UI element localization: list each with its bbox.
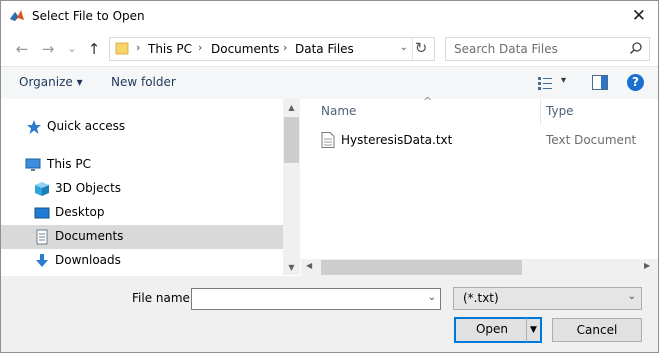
cube-icon xyxy=(35,182,49,196)
sidebar-item-documents[interactable]: Documents xyxy=(1,225,283,249)
forward-arrow-icon[interactable]: → xyxy=(39,39,57,59)
folder-icon xyxy=(115,42,129,55)
sidebar-item-quick-access[interactable]: Quick access xyxy=(1,115,283,139)
preview-pane-icon[interactable] xyxy=(592,75,608,90)
sidebar-item-this-pc[interactable]: This PC xyxy=(1,153,283,177)
file-row[interactable]: HysteresisData.txt Text Document xyxy=(321,131,658,151)
sidebar-item-desktop[interactable]: Desktop xyxy=(1,201,283,225)
sidebar-item-label: Documents xyxy=(55,229,124,243)
file-type-filter-value: (*.txt) xyxy=(463,291,499,305)
navigation-pane-scrollbar[interactable]: ▲ ▼ xyxy=(283,99,300,275)
address-dropdown-icon[interactable]: ⌄ xyxy=(400,42,408,53)
column-header-type[interactable]: Type xyxy=(546,104,574,118)
file-list-scrollbar[interactable]: ◀ ▶ xyxy=(301,259,658,276)
scroll-right-icon[interactable]: ▶ xyxy=(644,261,650,270)
title-bar: Select File to Open ✕ xyxy=(1,1,658,31)
breadcrumb-separator: › xyxy=(198,41,203,54)
chevron-down-icon[interactable]: ⌄ xyxy=(428,292,436,303)
file-name: HysteresisData.txt xyxy=(341,133,453,147)
command-toolbar: Organize ▾ New folder ▾ ? xyxy=(1,66,658,100)
scroll-down-icon[interactable]: ▼ xyxy=(283,263,300,272)
navigation-pane: Quick access This PC 3D Objects Desktop xyxy=(1,99,283,275)
breadcrumb-data-files[interactable]: Data Files xyxy=(295,42,354,56)
dialog-footer: File name: ⌄ (*.txt) ⌄ Open ▼ Cancel xyxy=(1,276,658,352)
breadcrumb-separator: › xyxy=(283,41,288,54)
open-button[interactable]: Open xyxy=(454,317,530,343)
back-arrow-icon[interactable]: ← xyxy=(13,39,31,59)
new-folder-button[interactable]: New folder xyxy=(111,75,176,89)
star-icon xyxy=(27,120,41,134)
file-type: Text Document xyxy=(546,133,637,147)
documents-icon xyxy=(36,229,48,245)
sort-ascending-icon: ^ xyxy=(423,95,433,108)
scroll-left-icon[interactable]: ◀ xyxy=(306,261,312,270)
search-icon[interactable] xyxy=(629,41,643,55)
view-options-icon[interactable] xyxy=(537,76,553,90)
search-placeholder: Search Data Files xyxy=(454,42,558,56)
scroll-up-icon[interactable]: ▲ xyxy=(283,103,300,112)
scrollbar-thumb[interactable] xyxy=(284,117,299,163)
window-title: Select File to Open xyxy=(32,9,145,23)
file-type-filter-select[interactable]: (*.txt) ⌄ xyxy=(453,287,642,310)
text-file-icon xyxy=(321,132,335,148)
file-name-label: File name: xyxy=(132,291,194,305)
help-icon[interactable]: ? xyxy=(627,74,644,91)
sidebar-item-label: Downloads xyxy=(55,253,121,267)
chevron-down-icon[interactable]: ⌄ xyxy=(628,291,636,302)
sidebar-item-3d-objects[interactable]: 3D Objects xyxy=(1,177,283,201)
desktop-icon xyxy=(34,207,50,219)
file-name-input[interactable]: ⌄ xyxy=(191,288,441,310)
up-arrow-icon[interactable]: ↑ xyxy=(85,39,103,59)
scrollbar-thumb[interactable] xyxy=(321,260,522,275)
sidebar-item-label: This PC xyxy=(47,157,91,171)
recent-locations-chevron-icon[interactable]: ⌄ xyxy=(63,39,81,59)
breadcrumb-documents[interactable]: Documents xyxy=(211,42,279,56)
file-open-dialog: Select File to Open ✕ ← → ⌄ ↑ › This PC … xyxy=(0,0,659,353)
sidebar-item-label: 3D Objects xyxy=(55,181,122,195)
navigation-bar: ← → ⌄ ↑ › This PC › Documents › Data Fil… xyxy=(1,34,658,64)
computer-icon xyxy=(25,158,41,171)
download-icon xyxy=(36,254,48,267)
breadcrumb-separator: › xyxy=(136,41,141,54)
close-icon[interactable]: ✕ xyxy=(632,6,646,26)
search-box[interactable]: Search Data Files xyxy=(445,37,650,61)
address-bar[interactable]: › This PC › Documents › Data Files ⌄ ↻ xyxy=(109,37,435,61)
sidebar-item-label: Desktop xyxy=(55,205,105,219)
sidebar-item-label: Quick access xyxy=(47,119,126,133)
open-options-dropdown-icon[interactable]: ▼ xyxy=(526,317,542,343)
cancel-button[interactable]: Cancel xyxy=(552,318,642,342)
column-divider[interactable] xyxy=(540,99,541,125)
breadcrumb-this-pc[interactable]: This PC xyxy=(148,42,192,56)
organize-button[interactable]: Organize ▾ xyxy=(19,75,83,89)
file-list: ^ Name Type HysteresisData.txt Text Docu… xyxy=(301,95,658,275)
view-dropdown-icon[interactable]: ▾ xyxy=(561,75,566,86)
sidebar-item-downloads[interactable]: Downloads xyxy=(1,249,283,273)
refresh-icon[interactable]: ↻ xyxy=(412,39,430,57)
column-header-name[interactable]: Name xyxy=(321,104,356,118)
matlab-app-icon xyxy=(10,10,24,21)
